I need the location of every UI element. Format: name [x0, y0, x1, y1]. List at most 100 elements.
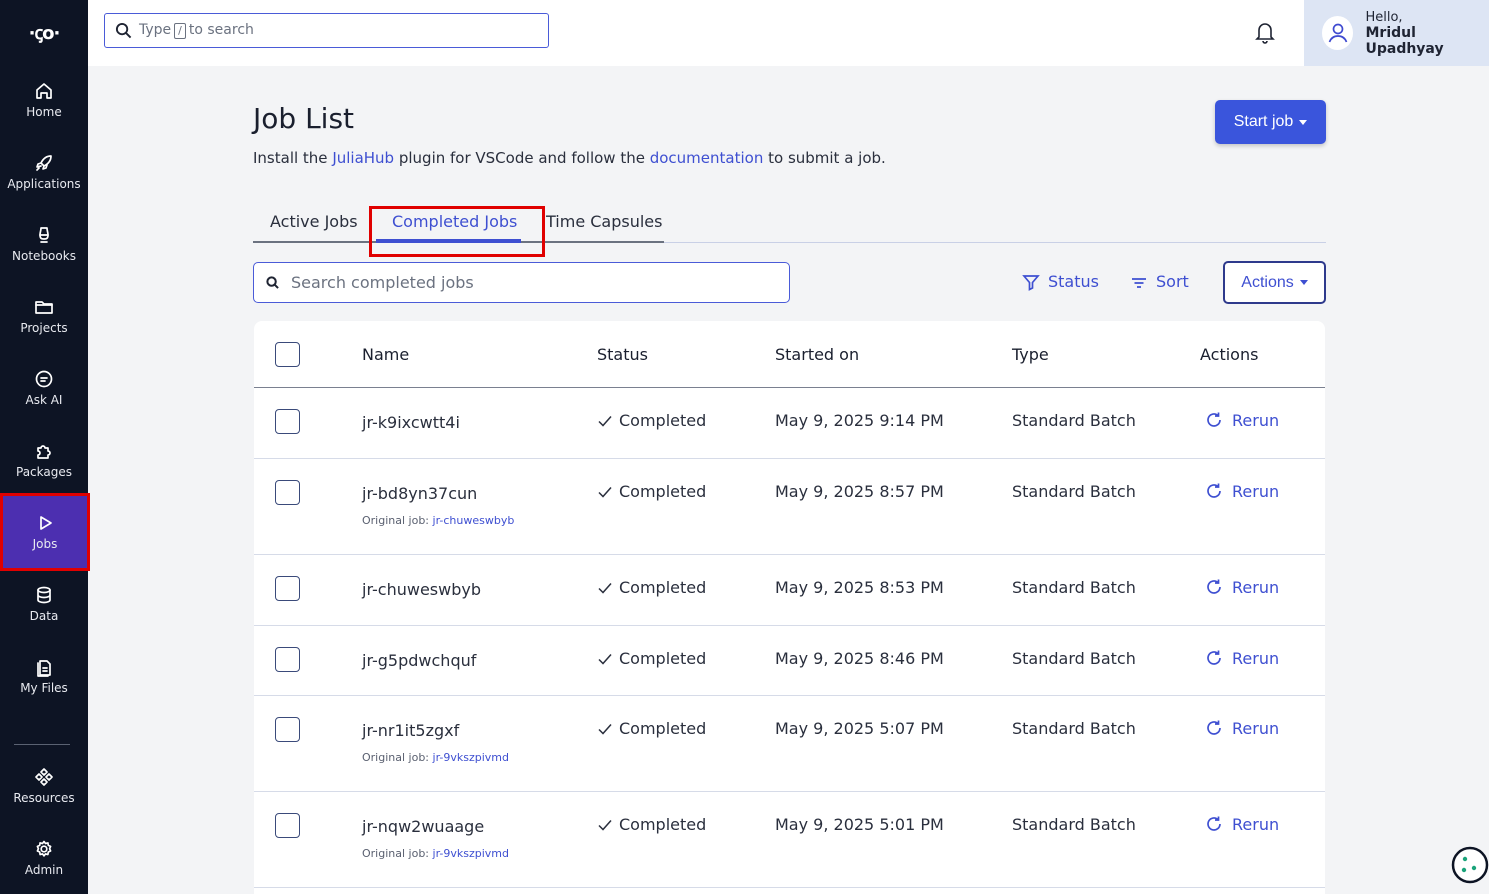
- sidebar-item-notebooks[interactable]: Notebooks: [0, 208, 88, 280]
- search-placeholder: Search completed jobs: [291, 273, 474, 292]
- status-filter-button[interactable]: Status: [1022, 272, 1099, 291]
- sidebar-item-admin[interactable]: Admin: [0, 822, 88, 894]
- original-job: Original job: jr-9vkszpivmd: [362, 847, 509, 860]
- rerun-icon: [1207, 720, 1221, 735]
- column-header-started[interactable]: Started on: [775, 345, 859, 364]
- job-type: Standard Batch: [1012, 482, 1136, 501]
- job-started: May 9, 2025 8:57 PM: [775, 482, 944, 501]
- sidebar-item-label: Data: [29, 609, 59, 623]
- sidebar-item-label: Home: [26, 105, 62, 119]
- sidebar-item-jobs[interactable]: Jobs: [0, 493, 90, 571]
- play-icon: [40, 516, 52, 530]
- rerun-button[interactable]: Rerun: [1204, 718, 1279, 738]
- table-row: jr-nqw2wuaage Original job: jr-9vkszpivm…: [254, 792, 1325, 888]
- tab-active-jobs[interactable]: Active Jobs: [270, 212, 358, 231]
- row-checkbox[interactable]: [275, 480, 300, 505]
- row-checkbox[interactable]: [275, 647, 300, 672]
- sidebar-item-data[interactable]: Data: [0, 568, 88, 640]
- row-checkbox[interactable]: [275, 813, 300, 838]
- search-icon: [115, 22, 132, 39]
- juliahub-link[interactable]: JuliaHub: [332, 149, 394, 167]
- rerun-icon: [1207, 483, 1221, 498]
- row-checkbox[interactable]: [275, 576, 300, 601]
- sidebar-item-ask-ai[interactable]: Ask AI: [0, 352, 88, 424]
- sidebar-item-label: Applications: [7, 177, 81, 191]
- check-icon: [598, 653, 612, 665]
- rerun-icon: [1207, 579, 1221, 594]
- sidebar-item-label: Packages: [16, 465, 72, 479]
- rerun-icon: [1207, 650, 1221, 665]
- job-status: Completed: [597, 482, 706, 501]
- job-status: Completed: [597, 719, 706, 738]
- actions-dropdown-button[interactable]: Actions: [1223, 261, 1326, 304]
- sidebar-item-my-files[interactable]: My Files: [0, 640, 88, 712]
- rerun-button[interactable]: Rerun: [1204, 481, 1279, 501]
- documentation-link[interactable]: documentation: [650, 149, 764, 167]
- sidebar-item-label: Jobs: [32, 537, 58, 551]
- original-job: Original job: jr-chuweswbyb: [362, 514, 515, 527]
- job-name[interactable]: jr-nqw2wuaage: [362, 817, 484, 836]
- notifications-button[interactable]: [1254, 20, 1276, 44]
- job-name[interactable]: jr-chuweswbyb: [362, 580, 481, 599]
- job-name[interactable]: jr-nr1it5zgxf: [362, 721, 459, 740]
- job-status: Completed: [597, 411, 706, 430]
- job-started: May 9, 2025 8:53 PM: [775, 578, 944, 597]
- rerun-icon: [1207, 412, 1221, 427]
- original-job-link[interactable]: jr-9vkszpivmd: [433, 751, 509, 764]
- job-started: May 9, 2025 9:14 PM: [775, 411, 944, 430]
- sidebar-item-packages[interactable]: Packages: [0, 424, 88, 496]
- job-type: Standard Batch: [1012, 578, 1136, 597]
- tab-highlight-box: [369, 206, 545, 257]
- chat-icon: [35, 370, 53, 388]
- rerun-button[interactable]: Rerun: [1204, 814, 1279, 834]
- sidebar-item-projects[interactable]: Projects: [0, 280, 88, 352]
- sidebar-item-home[interactable]: Home: [0, 64, 88, 136]
- tab-time-capsules[interactable]: Time Capsules: [546, 212, 662, 231]
- notebook-icon: [39, 227, 49, 243]
- rerun-button[interactable]: Rerun: [1204, 410, 1279, 430]
- sidebar-item-resources[interactable]: Resources: [0, 750, 88, 822]
- sort-icon: [1132, 277, 1146, 288]
- search-hint: Type / to search: [139, 22, 254, 39]
- sidebar-item-label: Admin: [24, 863, 64, 877]
- job-name[interactable]: jr-g5pdwchquf: [362, 651, 476, 670]
- database-icon: [37, 586, 51, 604]
- user-menu[interactable]: Hello, Mridul Upadhyay: [1304, 0, 1489, 66]
- job-status: Completed: [597, 578, 706, 597]
- check-icon: [598, 415, 612, 427]
- files-icon: [37, 660, 51, 677]
- global-search-input[interactable]: Type / to search: [104, 13, 549, 48]
- sort-button[interactable]: Sort: [1130, 272, 1189, 291]
- sidebar-item-applications[interactable]: Applications: [0, 136, 88, 208]
- puzzle-icon: [37, 445, 51, 459]
- rerun-button[interactable]: Rerun: [1204, 577, 1279, 597]
- original-job-link[interactable]: jr-chuweswbyb: [433, 514, 515, 527]
- juliahub-logo[interactable]: ·ꞔo·: [0, 0, 88, 66]
- chevron-down-icon: [1299, 119, 1308, 125]
- sidebar-item-label: Notebooks: [12, 249, 76, 263]
- column-header-name[interactable]: Name: [362, 345, 409, 364]
- column-header-type[interactable]: Type: [1012, 345, 1049, 364]
- search-icon: [266, 276, 279, 289]
- job-name[interactable]: jr-k9ixcwtt4i: [362, 413, 460, 432]
- row-checkbox[interactable]: [275, 717, 300, 742]
- user-name: Mridul Upadhyay: [1365, 24, 1444, 57]
- job-started: May 9, 2025 5:01 PM: [775, 815, 944, 834]
- column-header-status[interactable]: Status: [597, 345, 648, 364]
- cookie-icon: [1451, 846, 1489, 884]
- page-subtitle: Install the JuliaHub plugin for VSCode a…: [253, 149, 886, 167]
- row-checkbox[interactable]: [275, 409, 300, 434]
- start-job-button[interactable]: Start job: [1215, 100, 1326, 144]
- filter-icon: [1022, 274, 1040, 291]
- completed-jobs-search-input[interactable]: Search completed jobs: [253, 262, 790, 303]
- rerun-button[interactable]: Rerun: [1204, 648, 1279, 668]
- sidebar-item-label: Resources: [13, 791, 75, 805]
- rocket-icon: [36, 155, 52, 171]
- job-name[interactable]: jr-bd8yn37cun: [362, 484, 477, 503]
- select-all-checkbox[interactable]: [275, 342, 300, 367]
- job-type: Standard Batch: [1012, 649, 1136, 668]
- original-job: Original job: jr-9vkszpivmd: [362, 751, 509, 764]
- gear-icon: [36, 840, 52, 857]
- cookie-settings-button[interactable]: [1450, 845, 1489, 885]
- original-job-link[interactable]: jr-9vkszpivmd: [433, 847, 509, 860]
